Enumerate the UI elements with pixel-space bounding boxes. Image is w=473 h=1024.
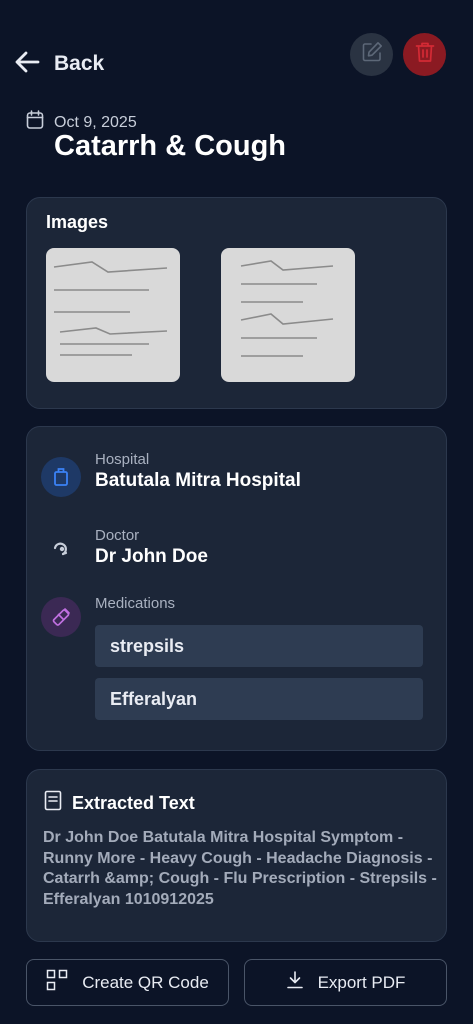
medications-label: Medications [95,595,176,612]
images-heading: Images [46,212,109,232]
record-info-card: Hospital Batutala Mitra Hospital Doctor … [26,426,447,751]
medication-item: Efferalyan [95,678,423,720]
medication-item: strepsils [95,625,423,667]
export-pdf-label: Export PDF [317,972,406,992]
document-icon [44,790,62,816]
hospital-icon [41,457,81,497]
doctor-value: Dr John Doe [95,546,208,567]
trash-icon [413,40,437,69]
page-title: Catarrh & Cough [54,130,286,162]
doctor-label: Doctor [95,527,140,544]
edit-button[interactable] [350,33,393,76]
document-sketch-icon [240,260,334,357]
extracted-text-heading: Extracted Text [72,792,195,813]
hospital-label: Hospital [95,451,150,468]
pill-icon [41,597,81,637]
create-qr-code-button[interactable]: Create QR Code [26,959,229,1006]
record-detail-page: Back Oct 9, 2025 Catarrh & Cough Images … [0,0,473,1024]
images-card: Images [26,197,447,409]
document-sketch-icon [53,261,168,356]
arrow-left-icon [12,47,42,82]
pencil-icon [360,40,384,69]
document-thumbnail[interactable] [221,248,355,382]
delete-button[interactable] [403,33,446,76]
back-label: Back [54,52,105,75]
create-qr-code-label: Create QR Code [82,972,209,992]
back-button[interactable]: Back [12,46,104,82]
export-pdf-button[interactable]: Export PDF [244,959,447,1006]
document-thumbnail[interactable] [46,248,180,382]
extracted-text-header: Extracted Text [44,790,195,816]
extracted-text-body: Dr John Doe Batutala Mitra Hospital Symp… [43,829,437,908]
calendar-icon [26,110,44,135]
extracted-text-card: Extracted Text Dr John Doe Batutala Mitr… [26,769,447,942]
stethoscope-icon [41,530,81,570]
hospital-value: Batutala Mitra Hospital [95,470,301,491]
qr-code-icon [46,969,68,996]
date-text: Oct 9, 2025 [54,113,137,131]
download-icon [286,970,304,995]
